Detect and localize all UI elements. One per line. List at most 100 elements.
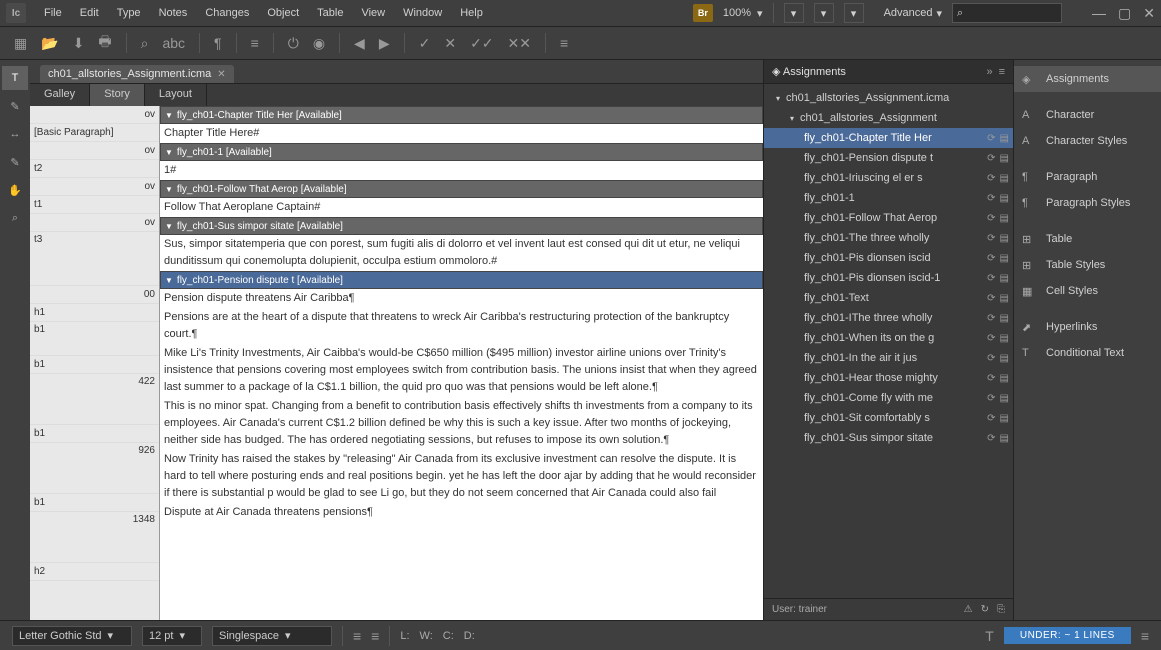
tab-story[interactable]: Story xyxy=(90,84,145,106)
align-center-icon[interactable]: ≡ xyxy=(371,628,379,644)
power-icon[interactable]: ⏻ xyxy=(288,35,299,52)
story-header[interactable]: ▼fly_ch01-Sus simpor sitate [Available] xyxy=(160,217,763,235)
tree-item[interactable]: fly_ch01-1⟳▤ xyxy=(764,188,1013,208)
menu-window[interactable]: Window xyxy=(395,3,450,23)
story-header[interactable]: ▼fly_ch01-Follow That Aerop [Available] xyxy=(160,180,763,198)
menu-table[interactable]: Table xyxy=(309,3,351,23)
story-header[interactable]: ▼fly_ch01-Pension dispute t [Available] xyxy=(160,271,763,289)
tree-item[interactable]: fly_ch01-Come fly with me⟳▤ xyxy=(764,388,1013,408)
panel-shortcut-character[interactable]: ACharacter xyxy=(1014,102,1161,128)
tree-item[interactable]: fly_ch01-Pension dispute t⟳▤ xyxy=(764,148,1013,168)
font-dropdown[interactable]: Letter Gothic Std▾ xyxy=(12,626,132,646)
story-text[interactable]: Pensions are at the heart of a dispute t… xyxy=(160,308,763,344)
view-options-icon[interactable]: ▾ xyxy=(784,3,804,23)
tree-item[interactable]: fly_ch01-Pis dionsen iscid-1⟳▤ xyxy=(764,268,1013,288)
bridge-icon[interactable]: Br xyxy=(693,4,713,22)
search-input[interactable]: ⌕ xyxy=(952,3,1062,23)
panel-shortcut-paragraph[interactable]: ¶Paragraph xyxy=(1014,164,1161,190)
panel-shortcut-conditional-text[interactable]: TConditional Text xyxy=(1014,340,1161,366)
panel-menu-icon[interactable]: ≡ xyxy=(999,66,1005,78)
save-icon[interactable]: ⬇ xyxy=(73,35,85,52)
reject-all-icon[interactable]: ✕✕ xyxy=(508,35,531,52)
print-icon[interactable]: 🖶 xyxy=(98,31,111,55)
zoom-tool-icon[interactable]: ⌕ xyxy=(2,206,28,230)
tree-item[interactable]: fly_ch01-Text⟳▤ xyxy=(764,288,1013,308)
menu-changes[interactable]: Changes xyxy=(197,3,257,23)
more-icon[interactable]: ≡ xyxy=(251,35,259,51)
collapse-icon[interactable]: ▼ xyxy=(165,222,173,231)
tree-item[interactable]: fly_ch01-In the air it jus⟳▤ xyxy=(764,348,1013,368)
expand-icon[interactable]: ▾ xyxy=(776,94,786,103)
menu-edit[interactable]: Edit xyxy=(72,3,107,23)
tree-item[interactable]: fly_ch01-When its on the g⟳▤ xyxy=(764,328,1013,348)
preview-icon[interactable]: ◉ xyxy=(313,35,325,52)
note-tool-icon[interactable]: ✎ xyxy=(2,94,28,118)
maximize-icon[interactable]: ▢ xyxy=(1118,5,1131,22)
type-tool-icon[interactable]: T xyxy=(2,66,28,90)
size-dropdown[interactable]: 12 pt▾ xyxy=(142,626,202,646)
collapse-icon[interactable]: ▼ xyxy=(165,185,173,194)
text-measure-icon[interactable]: T xyxy=(985,628,994,644)
spellcheck-icon[interactable]: abc xyxy=(162,35,185,51)
tree-item[interactable]: fly_ch01-Follow That Aerop⟳▤ xyxy=(764,208,1013,228)
new-icon[interactable]: ▦ xyxy=(14,35,27,52)
arrange-icon[interactable]: ▾ xyxy=(844,3,864,23)
tab-layout[interactable]: Layout xyxy=(145,84,207,106)
workspace-dropdown[interactable]: Advanced▾ xyxy=(884,7,942,20)
eyedropper-icon[interactable]: ✎ xyxy=(2,150,28,174)
open-icon[interactable]: 📂 xyxy=(41,35,58,52)
hand-tool-icon[interactable]: ✋ xyxy=(2,178,28,202)
warning-icon[interactable]: ⚠ xyxy=(964,604,973,615)
tree-item[interactable]: fly_ch01-Iriuscing el er s⟳▤ xyxy=(764,168,1013,188)
story-header[interactable]: ▼fly_ch01-1 [Available] xyxy=(160,143,763,161)
leading-dropdown[interactable]: Singlespace▾ xyxy=(212,626,332,646)
story-text[interactable]: Sus, simpor sitatemperia que con porest,… xyxy=(160,235,763,271)
story-text[interactable]: Dispute at Air Canada threatens pensions… xyxy=(160,503,763,522)
reject-icon[interactable]: ✕ xyxy=(444,35,456,52)
panel-shortcut-table-styles[interactable]: ⊞Table Styles xyxy=(1014,252,1161,278)
close-icon[interactable]: ✕ xyxy=(1143,5,1155,22)
menu-notes[interactable]: Notes xyxy=(151,3,196,23)
collapse-icon[interactable]: ▼ xyxy=(165,148,173,157)
story-text[interactable]: Follow That Aeroplane Captain# xyxy=(160,198,763,217)
panel-shortcut-paragraph-styles[interactable]: ¶Paragraph Styles xyxy=(1014,190,1161,216)
copyfit-menu-icon[interactable]: ≡ xyxy=(1141,628,1149,644)
find-icon[interactable]: ⌕ xyxy=(141,35,149,52)
tree-item[interactable]: fly_ch01-IThe three wholly⟳▤ xyxy=(764,308,1013,328)
prev-change-icon[interactable]: ◀ xyxy=(354,35,365,52)
tree-root[interactable]: ▾ch01_allstories_Assignment.icma xyxy=(764,88,1013,108)
story-text[interactable]: Pension dispute threatens Air Caribba¶ xyxy=(160,289,763,308)
position-tool-icon[interactable]: ↔ xyxy=(2,122,28,146)
zoom-dropdown[interactable]: 100%▾ xyxy=(723,7,763,20)
tree-item[interactable]: fly_ch01-Hear those mighty⟳▤ xyxy=(764,368,1013,388)
panel-shortcut-table[interactable]: ⊞Table xyxy=(1014,226,1161,252)
menu-type[interactable]: Type xyxy=(109,3,149,23)
expand-icon[interactable]: ▾ xyxy=(790,114,800,123)
story-header[interactable]: ▼fly_ch01-Chapter Title Her [Available] xyxy=(160,106,763,124)
align-left-icon[interactable]: ≡ xyxy=(353,628,361,644)
story-text[interactable]: 1# xyxy=(160,161,763,180)
menu-object[interactable]: Object xyxy=(259,3,307,23)
panel-shortcut-hyperlinks[interactable]: ⬈Hyperlinks xyxy=(1014,314,1161,340)
story-text[interactable]: This is no minor spat. Changing from a b… xyxy=(160,397,763,450)
pilcrow-icon[interactable]: ¶ xyxy=(214,35,222,51)
menu-view[interactable]: View xyxy=(353,3,393,23)
panel-shortcut-assignments[interactable]: ◈Assignments xyxy=(1014,66,1161,92)
tree-group[interactable]: ▾ch01_allstories_Assignment xyxy=(764,108,1013,128)
panel-shortcut-character-styles[interactable]: ACharacter Styles xyxy=(1014,128,1161,154)
accept-all-icon[interactable]: ✓✓ xyxy=(470,35,493,52)
collapse-panel-icon[interactable]: » xyxy=(986,66,992,78)
screen-mode-icon[interactable]: ▾ xyxy=(814,3,834,23)
tab-galley[interactable]: Galley xyxy=(30,84,90,106)
next-change-icon[interactable]: ▶ xyxy=(379,35,390,52)
checkout-icon[interactable]: ⎘ xyxy=(997,604,1005,615)
story-column[interactable]: ▼fly_ch01-Chapter Title Her [Available] … xyxy=(160,106,763,620)
refresh-icon[interactable]: ↻ xyxy=(981,604,989,615)
close-tab-icon[interactable]: ✕ xyxy=(217,69,225,80)
tree-item[interactable]: fly_ch01-Pis dionsen iscid⟳▤ xyxy=(764,248,1013,268)
tree-item[interactable]: fly_ch01-Sus simpor sitate⟳▤ xyxy=(764,428,1013,448)
story-text[interactable]: Mike Li's Trinity Investments, Air Caibb… xyxy=(160,344,763,397)
panel-shortcut-cell-styles[interactable]: ▦Cell Styles xyxy=(1014,278,1161,304)
tree-item[interactable]: fly_ch01-Chapter Title Her⟳▤ xyxy=(764,128,1013,148)
tree-item[interactable]: fly_ch01-The three wholly⟳▤ xyxy=(764,228,1013,248)
